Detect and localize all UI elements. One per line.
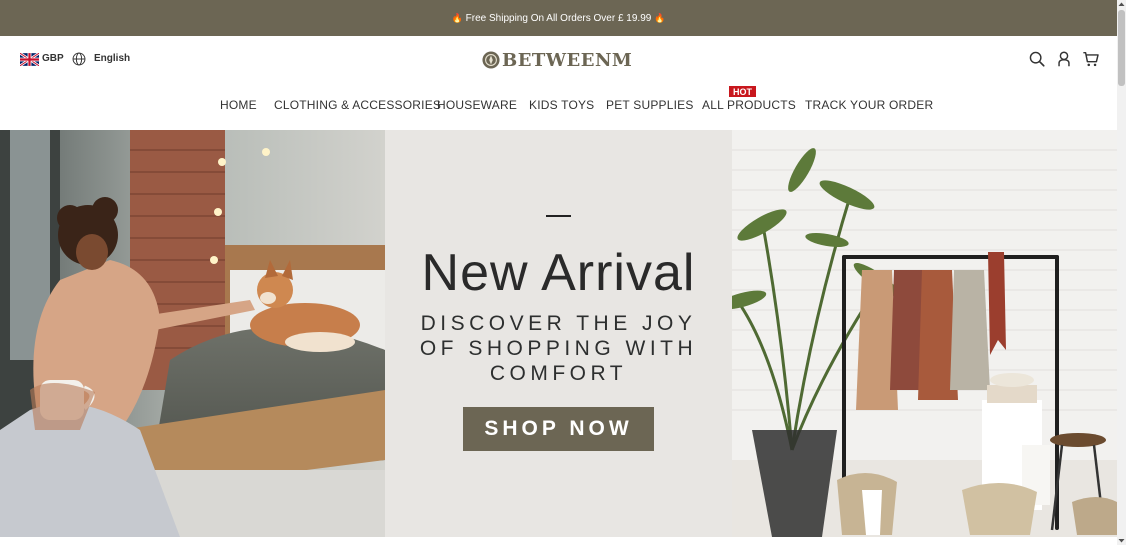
logo-emblem-icon [482, 51, 500, 69]
nav-item-home[interactable]: HOME [220, 98, 257, 112]
nav-item-all-products[interactable]: ALL PRODUCTS [702, 98, 796, 112]
hero-subtitle: DISCOVER THE JOY OF SHOPPING WITH COMFOR… [385, 311, 732, 386]
announcement-bar: 🔥 Free Shipping On All Orders Over £ 19.… [0, 0, 1117, 36]
nav-item-houseware[interactable]: HOUSEWARE [437, 98, 517, 112]
currency-selector[interactable]: GBP [42, 53, 64, 64]
nav-item-track-order[interactable]: TRACK YOUR ORDER [805, 98, 933, 112]
main-nav: HOME CLOTHING & ACCESSORIES HOUSEWARE KI… [0, 82, 1117, 130]
hero-title: New Arrival [421, 244, 696, 302]
hero-subtitle-line-1: DISCOVER THE JOY [420, 312, 697, 335]
header: GBP English BETWEENM [0, 36, 1117, 82]
hero-subtitle-line-3: COMFORT [489, 362, 628, 385]
hero-banner[interactable]: New Arrival DISCOVER THE JOY OF SHOPPING… [0, 130, 1117, 537]
flag-uk-icon[interactable] [20, 53, 39, 66]
hot-badge: HOT [729, 86, 756, 97]
logo-text: BETWEENM [502, 49, 633, 71]
shop-now-button[interactable]: SHOP NOW [463, 407, 654, 451]
scroll-down-arrow-icon[interactable] [1117, 536, 1126, 545]
search-icon[interactable] [1028, 50, 1046, 68]
nav-item-pet-supplies[interactable]: PET SUPPLIES [606, 98, 694, 112]
scrollbar-thumb[interactable] [1118, 10, 1125, 86]
nav-item-clothing-accessories[interactable]: CLOTHING & ACCESSORIES [274, 98, 441, 112]
scroll-up-arrow-icon[interactable] [1117, 0, 1126, 9]
fire-icon: 🔥 [451, 12, 463, 23]
hero-dash-divider [546, 215, 571, 217]
hero-text-panel: New Arrival DISCOVER THE JOY OF SHOPPING… [385, 130, 732, 537]
language-selector[interactable]: English [94, 53, 130, 64]
globe-icon[interactable] [72, 52, 86, 66]
cart-icon[interactable] [1082, 50, 1100, 68]
hero-photo-clothing-rack [732, 130, 1117, 537]
hero-subtitle-line-2: OF SHOPPING WITH [419, 337, 698, 360]
page: 🔥 Free Shipping On All Orders Over £ 19.… [0, 0, 1126, 545]
main-content: 🔥 Free Shipping On All Orders Over £ 19.… [0, 0, 1117, 545]
fire-icon: 🔥 [654, 12, 666, 23]
announcement-text: Free Shipping On All Orders Over £ 19.99 [465, 12, 652, 24]
user-icon[interactable] [1055, 50, 1073, 68]
site-logo[interactable]: BETWEENM [482, 49, 632, 71]
hero-photo-woman-dog [0, 130, 385, 537]
nav-item-kids-toys[interactable]: KIDS TOYS [529, 98, 594, 112]
